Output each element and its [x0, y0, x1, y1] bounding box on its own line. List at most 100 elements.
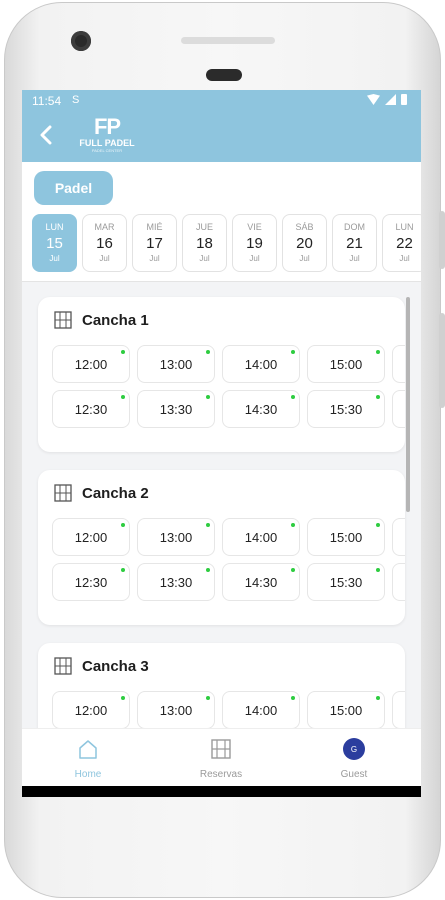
sport-filter-chip[interactable]: Padel [34, 171, 113, 205]
availability-dot [206, 696, 210, 700]
time-slot-label: 15:00 [329, 356, 363, 372]
time-slot[interactable]: 13:30 [137, 390, 215, 428]
day-name: DOM [344, 222, 365, 232]
back-button[interactable] [34, 122, 60, 148]
power-button [439, 313, 445, 408]
day-name: LUN [395, 222, 414, 232]
court-card: Cancha 3 12:00 13:00 14:00 15:00 [38, 643, 405, 728]
time-slot[interactable]: 15:00 [307, 518, 385, 556]
home-icon [79, 740, 97, 759]
date-option[interactable]: LUN 22 Jul [382, 214, 421, 272]
date-option[interactable]: MIÉ 17 Jul [132, 214, 177, 272]
time-slot-label: 12:00 [74, 529, 108, 545]
bottom-navigation: Home Reservas G Guest [22, 728, 421, 786]
courts-list[interactable]: Cancha 1 12:00 13:00 14:00 15:00 12:30 13:30 14… [22, 283, 421, 728]
day-number: 21 [346, 235, 363, 252]
time-slot[interactable] [392, 563, 405, 601]
availability-dot [121, 568, 125, 572]
time-slot[interactable]: 15:00 [307, 691, 385, 728]
day-number: 19 [246, 235, 263, 252]
scrollbar[interactable] [406, 297, 410, 512]
system-navigation-bar [22, 786, 421, 797]
time-slot[interactable]: 14:00 [222, 345, 300, 383]
day-name: SÁB [295, 222, 314, 232]
time-slot[interactable] [392, 345, 405, 383]
availability-dot [291, 568, 295, 572]
day-month: Jul [149, 254, 160, 263]
time-slot[interactable]: 14:30 [222, 563, 300, 601]
earpiece-speaker [181, 37, 275, 44]
time-slot[interactable]: 15:00 [307, 345, 385, 383]
time-slot[interactable]: 14:00 [222, 691, 300, 728]
court-header: Cancha 2 [54, 484, 149, 502]
court-header: Cancha 3 [54, 657, 149, 675]
time-slot-label: 15:00 [329, 529, 363, 545]
chevron-left-icon [40, 125, 52, 145]
day-number: 18 [196, 235, 213, 252]
time-slot-label: 14:00 [244, 702, 278, 718]
availability-dot [291, 395, 295, 399]
time-slot[interactable]: 13:00 [137, 691, 215, 728]
time-slot[interactable]: 12:30 [52, 563, 130, 601]
time-slot[interactable]: 14:30 [222, 390, 300, 428]
date-option[interactable]: JUE 18 Jul [182, 214, 227, 272]
time-slot[interactable]: 15:30 [307, 563, 385, 601]
time-slot[interactable] [392, 518, 405, 556]
court-title: Cancha 2 [82, 484, 149, 502]
volume-button [439, 211, 445, 269]
day-number: 22 [396, 235, 413, 252]
availability-dot [376, 350, 380, 354]
time-slot[interactable]: 13:30 [137, 563, 215, 601]
time-slot[interactable]: 12:00 [52, 345, 130, 383]
court-icon [54, 657, 72, 675]
availability-dot [376, 523, 380, 527]
time-slot[interactable]: 12:30 [52, 390, 130, 428]
time-slot-label: 13:00 [159, 356, 193, 372]
filter-area: Padel LUN 15 Jul MAR 16 Jul MIÉ 17 Jul JUE 18 Jul VI… [22, 162, 421, 282]
time-slot[interactable]: 14:00 [222, 518, 300, 556]
time-slot[interactable] [392, 691, 405, 728]
time-slot[interactable]: 12:00 [52, 518, 130, 556]
app-logo: FP FULL PADEL PADEL CENTER [72, 116, 142, 156]
date-option[interactable]: LUN 15 Jul [32, 214, 77, 272]
day-name: LUN [45, 222, 64, 232]
availability-dot [376, 696, 380, 700]
court-icon [54, 484, 72, 502]
nav-bookings[interactable]: Reservas [181, 735, 261, 783]
sim-icon: S [72, 94, 80, 106]
date-option[interactable]: SÁB 20 Jul [282, 214, 327, 272]
time-slot[interactable]: 13:00 [137, 518, 215, 556]
availability-dot [291, 350, 295, 354]
wifi-icon [367, 94, 380, 105]
court-icon [54, 311, 72, 329]
status-icons [367, 94, 407, 105]
time-slot[interactable]: 13:00 [137, 345, 215, 383]
date-option[interactable]: DOM 21 Jul [332, 214, 377, 272]
day-month: Jul [49, 254, 60, 263]
availability-dot [291, 696, 295, 700]
nav-guest[interactable]: G Guest [314, 735, 394, 783]
day-number: 17 [146, 235, 163, 252]
availability-dot [121, 395, 125, 399]
date-option[interactable]: VIE 19 Jul [232, 214, 277, 272]
nav-home-label: Home [74, 769, 102, 780]
nav-home[interactable]: Home [48, 735, 128, 783]
time-slot[interactable]: 15:30 [307, 390, 385, 428]
time-slot-label: 13:00 [159, 702, 193, 718]
availability-dot [206, 395, 210, 399]
day-month: Jul [199, 254, 210, 263]
availability-dot [206, 350, 210, 354]
day-month: Jul [399, 254, 410, 263]
time-slot-label: 14:00 [244, 356, 278, 372]
time-slot-label: 13:30 [159, 574, 193, 590]
day-number: 20 [296, 235, 313, 252]
avatar: G [343, 738, 365, 760]
day-name: MIÉ [146, 222, 163, 232]
time-slot[interactable]: 12:00 [52, 691, 130, 728]
date-option[interactable]: MAR 16 Jul [82, 214, 127, 272]
time-slot[interactable] [392, 390, 405, 428]
time-slot-label: 15:30 [329, 574, 363, 590]
day-month: Jul [299, 254, 310, 263]
app-screen: 11:54 S FP FULL PADEL PADEL CENTER Padel… [22, 90, 421, 797]
availability-dot [376, 395, 380, 399]
